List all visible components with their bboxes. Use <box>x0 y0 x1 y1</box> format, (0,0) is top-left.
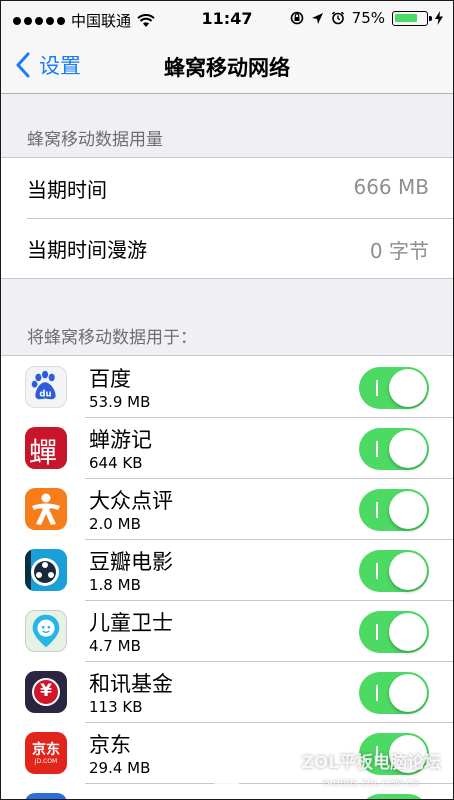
cellular-toggle-chanyouji[interactable] <box>359 428 429 470</box>
app-row-baidu: du 百度 53.9 MB <box>1 356 453 417</box>
chanyouji-icon-glyph: 蟬 <box>29 436 58 469</box>
app-name: 蝉游记 <box>89 428 152 452</box>
cellular-toggle-hexun-fund[interactable] <box>359 672 429 714</box>
usage-row-label: 当期时间 <box>27 178 107 202</box>
app-size: 644 KB <box>89 454 143 472</box>
hexun-fund-icon-glyph: ¥ <box>40 681 52 701</box>
app-size: 2.0 MB <box>89 515 141 533</box>
location-icon <box>311 12 323 24</box>
douban-movie-icon <box>25 549 67 591</box>
app-size: 1.8 MB <box>89 576 141 594</box>
app-size: 113 KB <box>89 698 143 716</box>
app-name: 豆瓣电影 <box>89 550 173 574</box>
battery-icon <box>392 10 432 26</box>
watermark-logo-icon <box>213 749 243 785</box>
chanyouji-icon: 蟬 <box>25 427 67 469</box>
app-row-dianping: 大众点评 2.0 MB <box>1 478 453 539</box>
status-right: 75% <box>290 9 443 27</box>
page-title: 蜂窝移动网络 <box>164 56 290 80</box>
hexun-fund-icon: ¥ <box>25 671 67 713</box>
svg-text:du: du <box>39 390 51 400</box>
alarm-icon <box>331 11 344 25</box>
child-guard-icon <box>25 610 67 652</box>
app-row-chanyouji: 蟬 蝉游记 644 KB <box>1 417 453 478</box>
app-size: 4.7 MB <box>89 637 141 655</box>
app-size: 29.4 MB <box>89 759 151 777</box>
app-row-hexun-fund: ¥ 和讯基金 113 KB <box>1 661 453 722</box>
cellular-toggle-baidu[interactable] <box>359 367 429 409</box>
baidu-icon: du <box>25 366 67 408</box>
app-size: 53.9 MB <box>89 393 151 411</box>
usage-section-header: 蜂窝移动数据用量 <box>27 130 163 150</box>
app-name: 和讯基金 <box>89 672 173 696</box>
cellular-toggle-partial[interactable] <box>359 794 429 799</box>
charging-icon <box>435 11 443 25</box>
apps-group: du 百度 53.9 MB 蟬 蝉游记 644 KB 大众点评 2.0 MB 豆… <box>1 355 453 799</box>
app-row-douban-movie: 豆瓣电影 1.8 MB <box>1 539 453 600</box>
rotation-lock-icon <box>290 11 303 25</box>
apps-section-header: 将蜂窝移动数据用于： <box>27 328 197 348</box>
cellular-toggle-dianping[interactable] <box>359 489 429 531</box>
usage-group: 当期时间 666 MB 当期时间漫游 0 字节 <box>1 157 453 279</box>
jd-icon-subtext: JD.COM <box>34 758 58 765</box>
app-name: 京东 <box>89 733 131 757</box>
usage-row-value: 666 MB <box>353 175 429 199</box>
app-name: 儿童卫士 <box>89 611 173 635</box>
dianping-icon <box>25 488 67 530</box>
app-name: 百度 <box>89 367 131 391</box>
usage-row-label: 当期时间漫游 <box>27 238 147 262</box>
navigation-bar: 设置 蜂窝移动网络 <box>1 37 453 94</box>
status-bar: 中国联通 11:47 75% <box>1 1 453 37</box>
jd-icon: 京东 JD.COM <box>25 732 67 774</box>
usage-row-current-period: 当期时间 666 MB <box>1 158 453 218</box>
cellular-toggle-douban-movie[interactable] <box>359 550 429 592</box>
app-name: 大众点评 <box>89 489 173 513</box>
app-row-child-guard: 儿童卫士 4.7 MB <box>1 600 453 661</box>
usage-row-roaming: 当期时间漫游 0 字节 <box>1 218 453 278</box>
partial-app-icon <box>25 793 67 799</box>
watermark-subtext: PADBBS.ZOL.COM.CN <box>322 779 419 789</box>
jd-icon-text: 京东 <box>32 742 60 758</box>
cellular-toggle-child-guard[interactable] <box>359 611 429 653</box>
watermark-text: ZOL平板电脑论坛 <box>301 753 441 773</box>
battery-percent: 75% <box>351 9 385 27</box>
usage-row-value: 0 字节 <box>369 239 429 263</box>
settings-screen: 中国联通 11:47 75% 设置 蜂窝移动网络 蜂窝移动数据用量 当期时间 6… <box>0 0 454 800</box>
